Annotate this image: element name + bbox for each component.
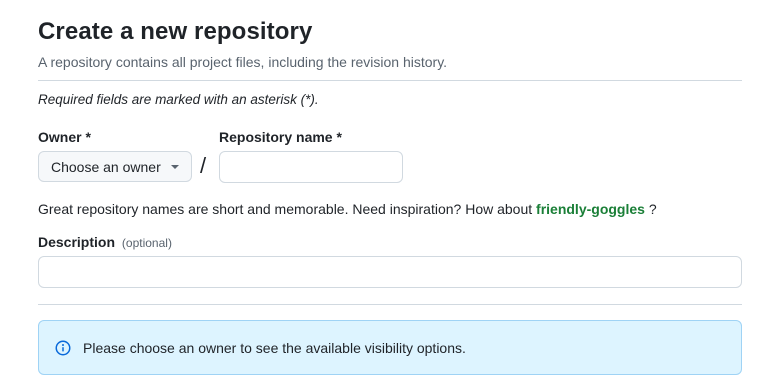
caret-down-icon: [171, 165, 179, 169]
name-suggestion: Great repository names are short and mem…: [38, 201, 657, 217]
required-fields-note: Required fields are marked with an aster…: [38, 92, 319, 107]
section-divider: [38, 304, 742, 305]
page-title: Create a new repository: [38, 18, 313, 45]
owner-dropdown-button[interactable]: Choose an owner: [38, 151, 192, 182]
suggestion-suffix: ?: [644, 201, 657, 217]
page-subtitle: A repository contains all project files,…: [38, 54, 448, 70]
description-label-text: Description: [38, 234, 116, 250]
header-divider: [38, 80, 742, 81]
description-label: Description (optional): [38, 234, 172, 250]
optional-hint: (optional): [121, 236, 172, 250]
repository-name-input[interactable]: [219, 151, 403, 183]
suggestion-text: Great repository names are short and mem…: [38, 201, 533, 217]
description-input[interactable]: [38, 256, 742, 288]
visibility-notice-text: Please choose an owner to see the availa…: [83, 339, 466, 356]
suggested-name-link[interactable]: friendly-goggles: [536, 201, 645, 217]
owner-dropdown-label: Choose an owner: [51, 158, 161, 175]
owner-label: Owner *: [38, 129, 91, 145]
owner-repo-separator: /: [200, 153, 207, 178]
info-icon: [55, 340, 71, 356]
repository-name-label: Repository name *: [219, 129, 342, 145]
visibility-notice: Please choose an owner to see the availa…: [38, 320, 742, 375]
